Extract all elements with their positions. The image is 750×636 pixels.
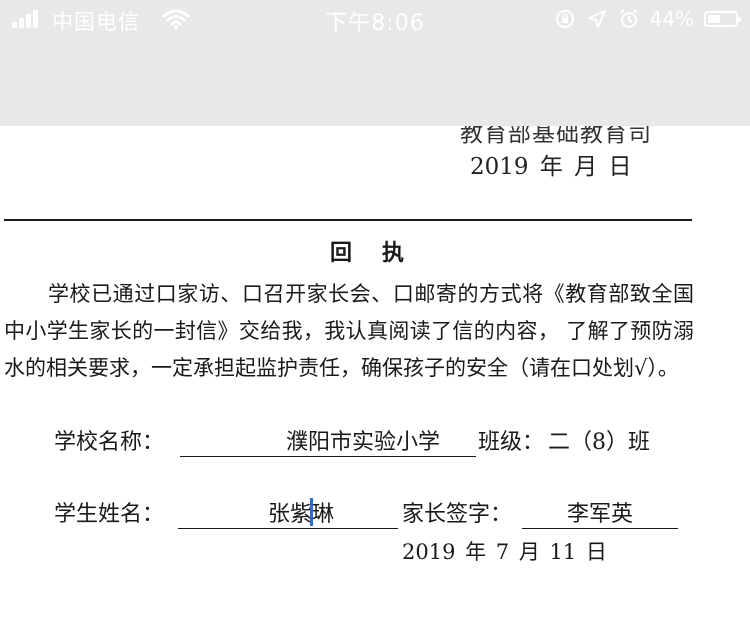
letter-date-blank: 2019 年 月 日 (470, 154, 632, 180)
school-class-row: 学校名称： 濮阳市实验小学 班级： 二（8）班 (54, 424, 650, 457)
signature-date: 2019 年 7 月 11 日 (402, 540, 607, 564)
status-bar: 中国电信 下午8:06 44% (0, 0, 750, 38)
location-icon (587, 10, 606, 28)
student-name-field[interactable]: 张紫琳 (178, 496, 399, 529)
text-cursor (310, 498, 314, 526)
student-name-label: 学生姓名： (54, 502, 165, 527)
class-value[interactable]: 二（8）班 (548, 424, 650, 456)
battery-percent: 44% (649, 7, 694, 31)
paragraph-text: 学校已通过口家访、口召开家长会、口邮寄的方式将《教育部致全国中小学生家长的一封信… (4, 282, 694, 380)
receipt-heading: 回执 (330, 240, 435, 266)
divider-rule (4, 219, 692, 221)
student-name-text: 张紫琳 (268, 498, 334, 527)
app-header-bar: 中国电信 下午8:06 44% (0, 0, 750, 126)
parent-signature-field[interactable]: 李军英 (522, 496, 679, 529)
class-value-text: 二（8）班 (548, 430, 651, 455)
parent-signature-label: 家长签字： (402, 502, 513, 527)
receipt-paragraph: 学校已通过口家访、口召开家长会、口邮寄的方式将《教育部致全国中小学生家长的一封信… (4, 276, 694, 387)
screen-lock-icon (555, 10, 574, 28)
student-parent-row: 学生姓名： 张紫琳 家长签字： 李军英 (54, 496, 679, 529)
class-label: 班级： (478, 430, 545, 455)
school-name-label: 学校名称： (54, 430, 165, 455)
status-right-icons: 44% (554, 6, 741, 32)
school-name-field[interactable]: 濮阳市实验小学 (180, 424, 477, 457)
alarm-icon (619, 9, 638, 28)
battery-icon (704, 11, 741, 27)
